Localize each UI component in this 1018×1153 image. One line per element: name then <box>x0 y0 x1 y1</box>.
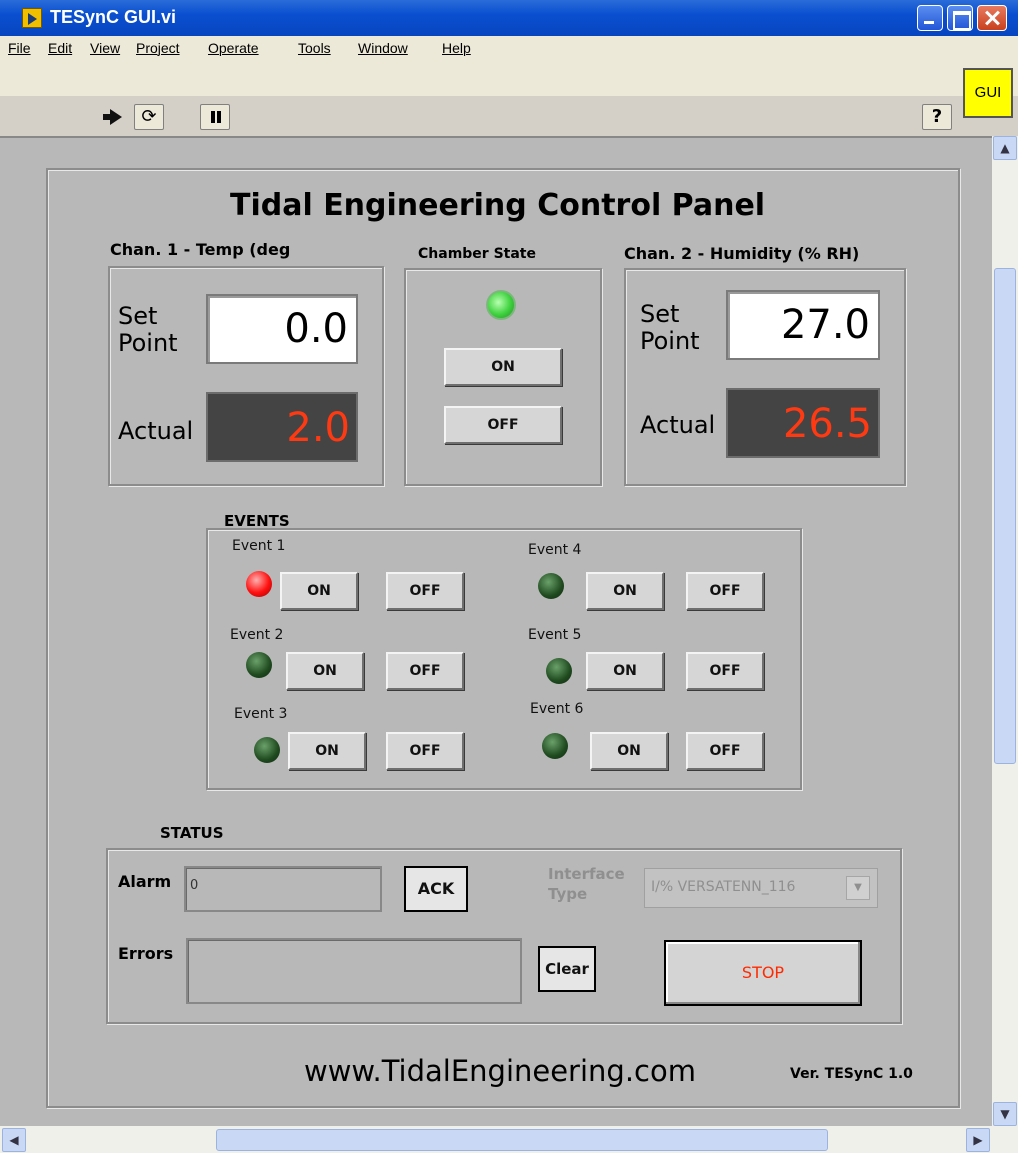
event-2-off-button[interactable]: OFF <box>386 652 464 690</box>
interface-type-label: Interface Type <box>548 864 625 904</box>
event-label: Event 1 <box>232 538 286 554</box>
event-label: Event 4 <box>528 542 582 558</box>
event-4-on-button[interactable]: ON <box>586 572 664 610</box>
menu-view[interactable]: View <box>90 40 120 56</box>
event-label: Event 3 <box>234 706 288 722</box>
event-label: Event 2 <box>230 627 284 643</box>
status-label: STATUS <box>160 824 224 842</box>
menu-tools[interactable]: Tools <box>298 40 331 56</box>
clear-button[interactable]: Clear <box>538 946 596 992</box>
event-3-led <box>254 737 280 763</box>
help-icon[interactable]: ? <box>922 104 952 130</box>
ch1-setpoint-input[interactable]: 0.0 <box>206 294 358 364</box>
errors-label: Errors <box>118 944 174 963</box>
chamber-on-button[interactable]: ON <box>444 348 562 386</box>
event-5-on-button[interactable]: ON <box>586 652 664 690</box>
version-text: Ver. TESynC 1.0 <box>790 1066 913 1082</box>
ch2-setpoint-label: Set Point <box>640 300 700 355</box>
ack-button[interactable]: ACK <box>404 866 468 912</box>
interface-type-select[interactable]: I/% VERSATENN_116 <box>644 868 878 908</box>
event-1-on-button[interactable]: ON <box>280 572 358 610</box>
event-6-on-button[interactable]: ON <box>590 732 668 770</box>
menu-project[interactable]: Project <box>136 40 180 56</box>
menu-window[interactable]: Window <box>358 40 408 56</box>
event-2-led <box>246 652 272 678</box>
gui-connector-badge: GUI <box>963 68 1013 118</box>
event-3-on-button[interactable]: ON <box>288 732 366 770</box>
pause-icon[interactable] <box>200 104 230 130</box>
menu-file[interactable]: File <box>8 40 31 56</box>
ch2-setpoint-input[interactable]: 27.0 <box>726 290 880 360</box>
close-icon[interactable] <box>977 5 1007 31</box>
run-arrow-icon[interactable] <box>100 104 130 130</box>
website-text: www.TidalEngineering.com <box>304 1054 696 1088</box>
menu-operate[interactable]: Operate <box>208 40 259 56</box>
window-title: TESynC GUI.vi <box>50 7 177 27</box>
event-4-off-button[interactable]: OFF <box>686 572 764 610</box>
event-1-off-button[interactable]: OFF <box>386 572 464 610</box>
interface-label-line2: Type <box>548 885 588 903</box>
run-continuous-icon[interactable]: ⟳ <box>134 104 164 130</box>
errors-field <box>186 938 522 1004</box>
labview-app-icon <box>22 8 42 28</box>
menu-edit[interactable]: Edit <box>48 40 72 56</box>
stop-button[interactable]: STOP <box>664 940 862 1006</box>
alarm-field: 0 <box>184 866 382 912</box>
event-2-on-button[interactable]: ON <box>286 652 364 690</box>
event-3-off-button[interactable]: OFF <box>386 732 464 770</box>
ch1-actual-display: 2.0 <box>206 392 358 462</box>
alarm-label: Alarm <box>118 872 172 891</box>
chamber-off-button[interactable]: OFF <box>444 406 562 444</box>
scroll-right-icon[interactable]: ▶ <box>966 1128 990 1152</box>
chamber-state-led <box>486 290 516 320</box>
event-label: Event 5 <box>528 627 582 643</box>
ch1-actual-label: Actual <box>118 417 194 445</box>
ch2-actual-label: Actual <box>640 411 716 439</box>
event-label: Event 6 <box>530 701 584 717</box>
ch1-label: Chan. 1 - Temp (deg <box>110 240 291 259</box>
menu-help[interactable]: Help <box>442 40 471 56</box>
scroll-left-icon[interactable]: ◀ <box>2 1128 26 1152</box>
vertical-scroll-thumb[interactable] <box>994 268 1016 764</box>
event-6-off-button[interactable]: OFF <box>686 732 764 770</box>
ch2-label: Chan. 2 - Humidity (% RH) <box>624 244 860 263</box>
event-1-led <box>246 571 272 597</box>
scroll-down-icon[interactable]: ▼ <box>993 1102 1017 1126</box>
event-6-led <box>542 733 568 759</box>
interface-label-line1: Interface <box>548 865 625 883</box>
ch2-actual-display: 26.5 <box>726 388 880 458</box>
scroll-up-icon[interactable]: ▲ <box>993 136 1017 160</box>
dropdown-arrow-icon[interactable]: ▼ <box>846 876 870 900</box>
maximize-icon[interactable] <box>947 5 973 31</box>
ch1-setpoint-label: Set Point <box>118 302 178 357</box>
event-5-off-button[interactable]: OFF <box>686 652 764 690</box>
event-4-led <box>538 573 564 599</box>
page-title: Tidal Engineering Control Panel <box>230 188 766 223</box>
title-bar[interactable]: TESynC GUI.vi <box>0 0 1018 36</box>
event-5-led <box>546 658 572 684</box>
minimize-icon[interactable] <box>917 5 943 31</box>
chamber-state-label: Chamber State <box>418 246 536 262</box>
horizontal-scroll-thumb[interactable] <box>216 1129 828 1151</box>
